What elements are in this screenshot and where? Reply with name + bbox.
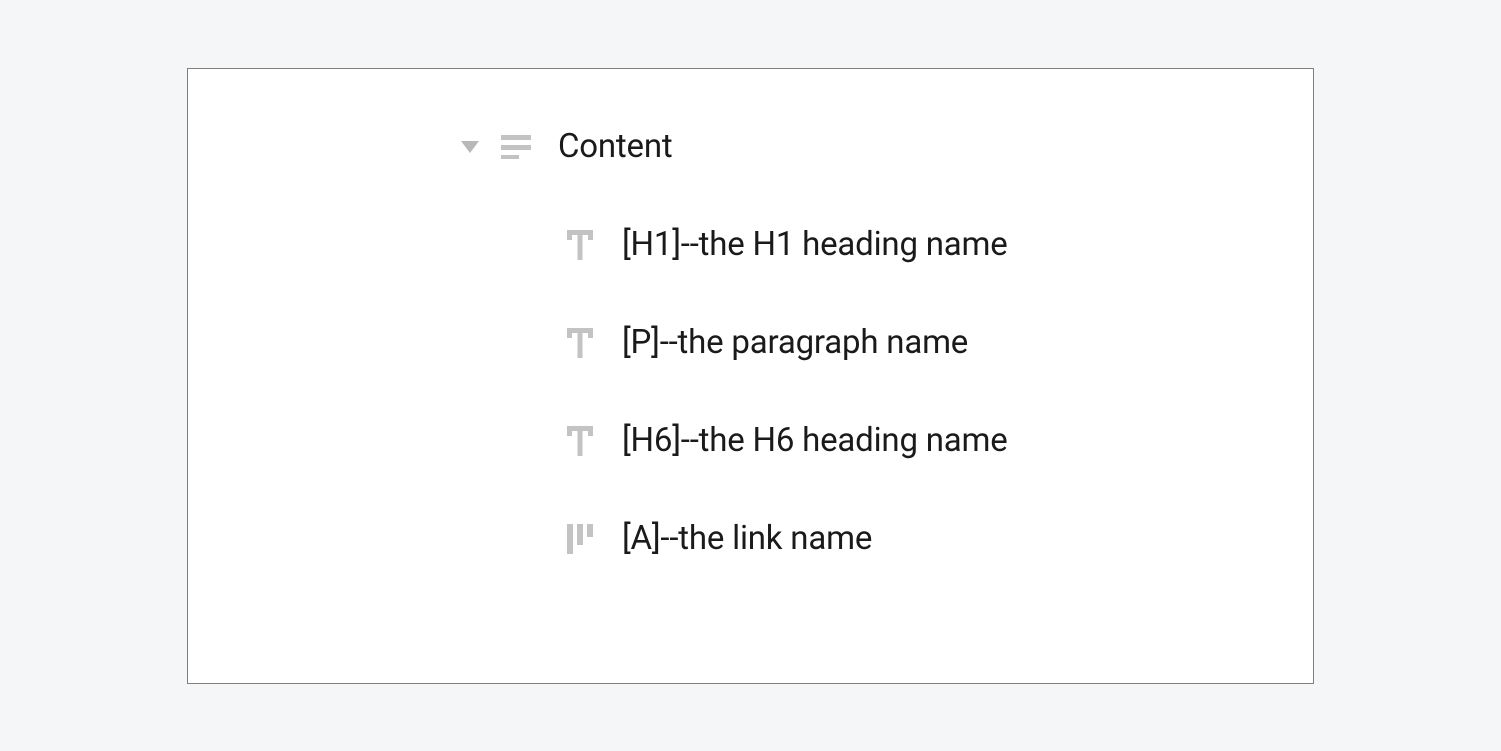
tree-item-h6[interactable]: [H6]--the H6 heading name — [228, 419, 1273, 463]
tree-item-label: [A]--the link name — [622, 519, 872, 559]
text-icon — [564, 229, 596, 261]
navigator-tree: Content [H1]--the H1 heading name — [228, 125, 1273, 561]
tree-item-p[interactable]: [P]--the paragraph name — [228, 321, 1273, 365]
tree-item-label: Content — [558, 127, 672, 167]
tree-item-label: [H1]--the H1 heading name — [622, 225, 1008, 265]
link-icon — [564, 523, 596, 555]
lines-icon — [500, 131, 532, 163]
tree-item-h1[interactable]: [H1]--the H1 heading name — [228, 223, 1273, 267]
navigator-panel: Content [H1]--the H1 heading name — [187, 68, 1314, 684]
tree-item-a[interactable]: [A]--the link name — [228, 517, 1273, 561]
text-icon — [564, 425, 596, 457]
tree-item-label: [H6]--the H6 heading name — [622, 421, 1008, 461]
tree-item-content[interactable]: Content — [228, 125, 1273, 169]
text-icon — [564, 327, 596, 359]
tree-item-label: [P]--the paragraph name — [622, 323, 968, 363]
chevron-down-icon[interactable] — [458, 135, 482, 159]
